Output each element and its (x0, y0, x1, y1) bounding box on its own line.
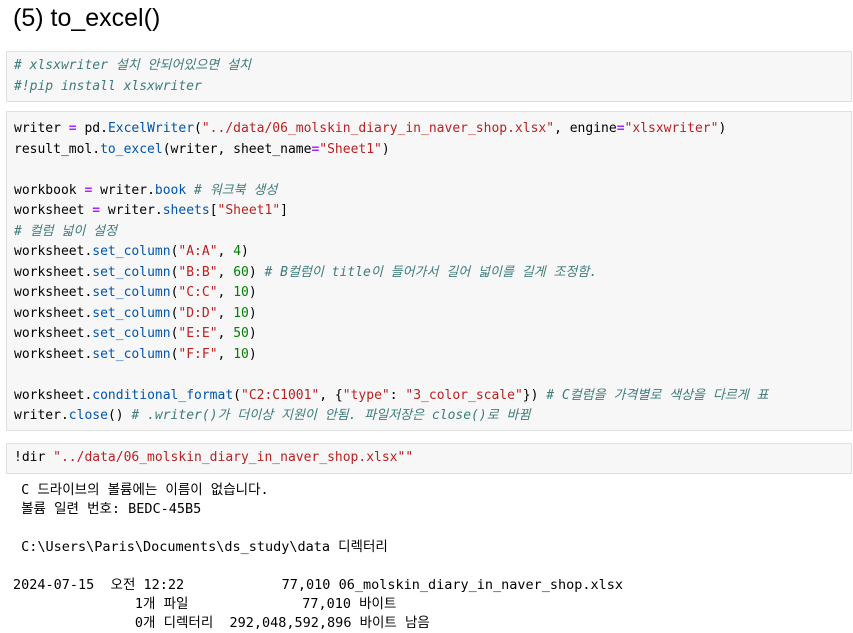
code-number: 10 (233, 285, 249, 300)
code-comment: # xlsxwriter 설치 안되어있으면 설치 (14, 58, 251, 73)
cell-output: C 드라이브의 볼륨에는 이름이 없습니다. 볼륨 일련 번호: BEDC-45… (13, 481, 623, 633)
code-string: "xlsxwriter" (624, 121, 719, 136)
code-string: "../data/06_molskin_diary_in_naver_shop.… (53, 450, 414, 465)
code-string: "3_color_scale" (405, 387, 523, 403)
code-string: "B:B" (178, 264, 218, 280)
code-string: "E:E" (178, 326, 218, 341)
code-string: "D:D" (178, 305, 218, 321)
code-string: "Sheet1" (319, 141, 382, 157)
code-string: "F:F" (178, 346, 218, 362)
code-number: 60 (233, 264, 249, 280)
output-line: 1개 파일 77,010 바이트 (13, 596, 397, 612)
code-editor[interactable]: # xlsxwriter 설치 안되어있으면 설치 #!pip install … (7, 52, 851, 97)
code-number: 10 (233, 305, 249, 321)
code-string: "C2:C1001" (241, 387, 320, 403)
output-line: 2024-07-15 오전 12:22 77,010 06_molskin_di… (13, 577, 624, 593)
output-line: 볼륨 일련 번호: BEDC-45B5 (13, 501, 202, 517)
output-line: C:\Users\Paris\Documents\ds_study\data 디… (13, 539, 388, 555)
code-string: "Sheet1" (217, 203, 281, 218)
code-number: 50 (233, 326, 249, 341)
code-cell-dir[interactable]: !dir "../data/06_molskin_diary_in_naver_… (6, 443, 852, 474)
code-comment: # 컬럼 넓이 설정 (14, 223, 118, 239)
shell-command: !dir (14, 450, 54, 465)
code-string: "C:C" (178, 285, 218, 300)
code-comment: # C컬럼을 가격별로 색상을 다르게 표 (546, 387, 769, 403)
code-string: "A:A" (178, 244, 218, 259)
code-editor[interactable]: writer = pd.ExcelWriter("../data/06_mols… (7, 112, 851, 427)
code-cell-to-excel[interactable]: writer = pd.ExcelWriter("../data/06_mols… (6, 111, 852, 431)
code-string: "type" (342, 387, 390, 403)
code-editor[interactable]: !dir "../data/06_molskin_diary_in_naver_… (7, 444, 851, 469)
code-cell-install[interactable]: # xlsxwriter 설치 안되어있으면 설치 #!pip install … (6, 51, 852, 102)
code-number: 10 (233, 346, 249, 362)
code-string: "../data/06_molskin_diary_in_naver_shop.… (201, 121, 555, 136)
code-comment: #!pip install xlsxwriter (14, 78, 202, 94)
code-comment: # 워크북 생성 (194, 182, 278, 198)
output-line: 0개 디렉터리 292,048,592,896 바이트 남음 (13, 615, 430, 631)
code-comment: # B컬럼이 title이 들어가서 길어 넓이를 길게 조정함. (264, 264, 598, 280)
code-number: 4 (233, 244, 242, 259)
section-heading: (5) to_excel() (13, 4, 161, 32)
code-comment: # .writer()가 더이상 지원이 안됨. 파일저장은 close()로 … (131, 408, 531, 423)
output-line: C 드라이브의 볼륨에는 이름이 없습니다. (13, 482, 269, 498)
